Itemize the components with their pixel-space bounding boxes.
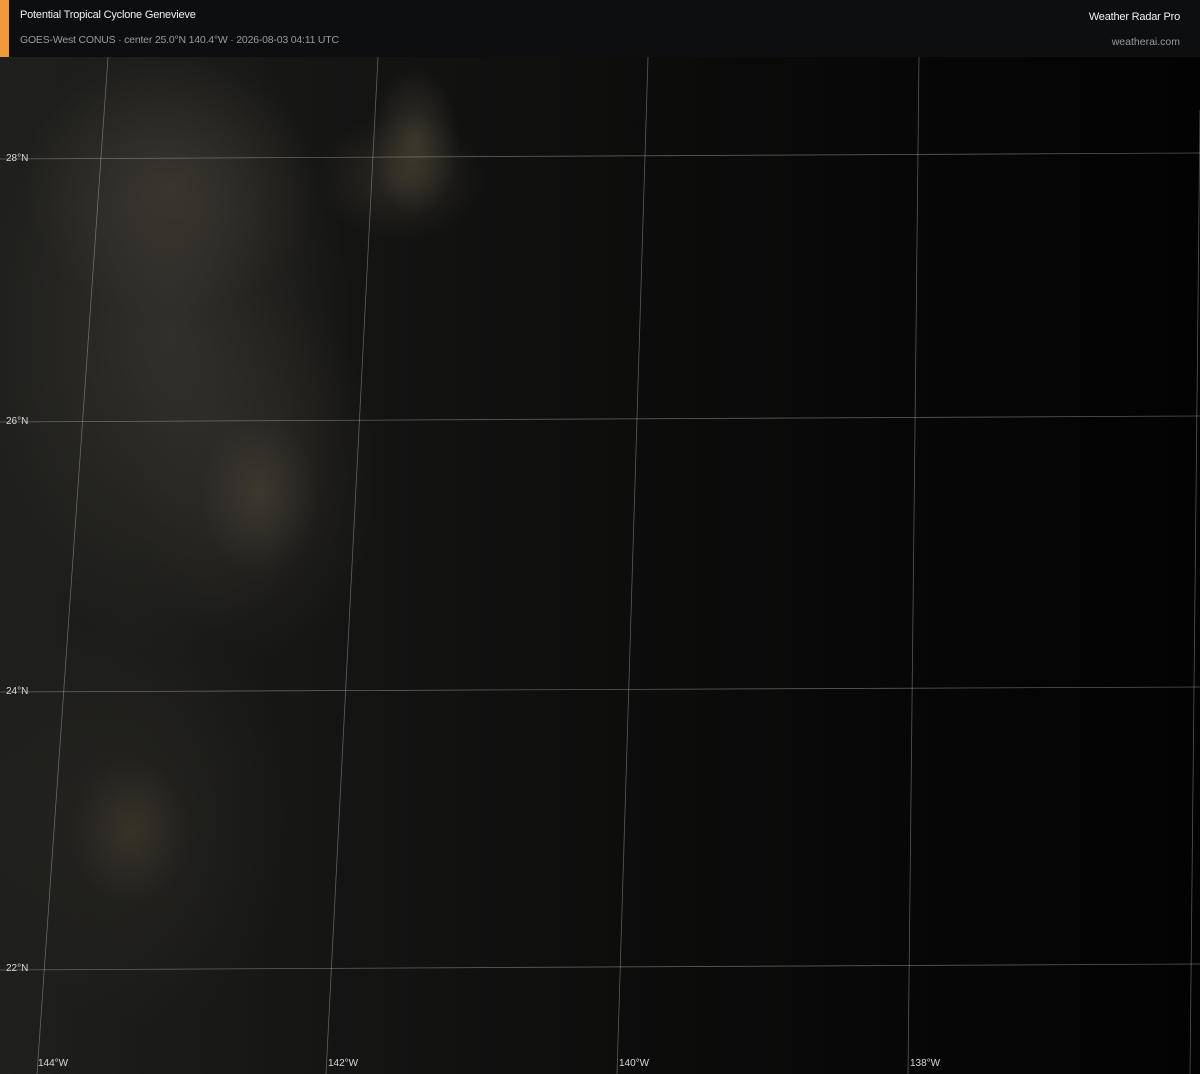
latitude-label: 22°N xyxy=(6,963,29,974)
latitude-line xyxy=(0,415,1200,423)
latitude-label: 24°N xyxy=(6,686,29,697)
header-bar: Potential Tropical Cyclone Genevieve GOE… xyxy=(0,0,1200,57)
longitude-line xyxy=(616,57,649,1074)
longitude-label: 142°W xyxy=(328,1058,359,1069)
longitude-label: 138°W xyxy=(910,1058,941,1069)
longitude-line xyxy=(907,57,920,1074)
latitude-line xyxy=(0,686,1200,693)
longitude-label: 140°W xyxy=(619,1058,650,1069)
image-metadata: GOES-West CONUS · center 25.0°N 140.4°W … xyxy=(20,34,339,46)
accent-stripe xyxy=(0,0,9,57)
longitude-line xyxy=(1189,109,1200,1074)
storm-title: Potential Tropical Cyclone Genevieve xyxy=(20,9,196,21)
lat-lon-grid xyxy=(0,57,1200,1074)
satellite-image[interactable] xyxy=(0,57,1200,1074)
brand-url[interactable]: weatherai.com xyxy=(1112,36,1180,48)
latitude-line xyxy=(0,152,1200,160)
longitude-line xyxy=(325,57,379,1074)
brand-name: Weather Radar Pro xyxy=(1088,11,1180,23)
latitude-label: 28°N xyxy=(6,153,29,164)
satellite-viewer: Potential Tropical Cyclone Genevieve GOE… xyxy=(0,0,1200,1074)
longitude-line xyxy=(36,57,109,1074)
longitude-label: 144°W xyxy=(38,1058,69,1069)
latitude-label: 26°N xyxy=(6,416,29,427)
latitude-line xyxy=(0,963,1200,971)
